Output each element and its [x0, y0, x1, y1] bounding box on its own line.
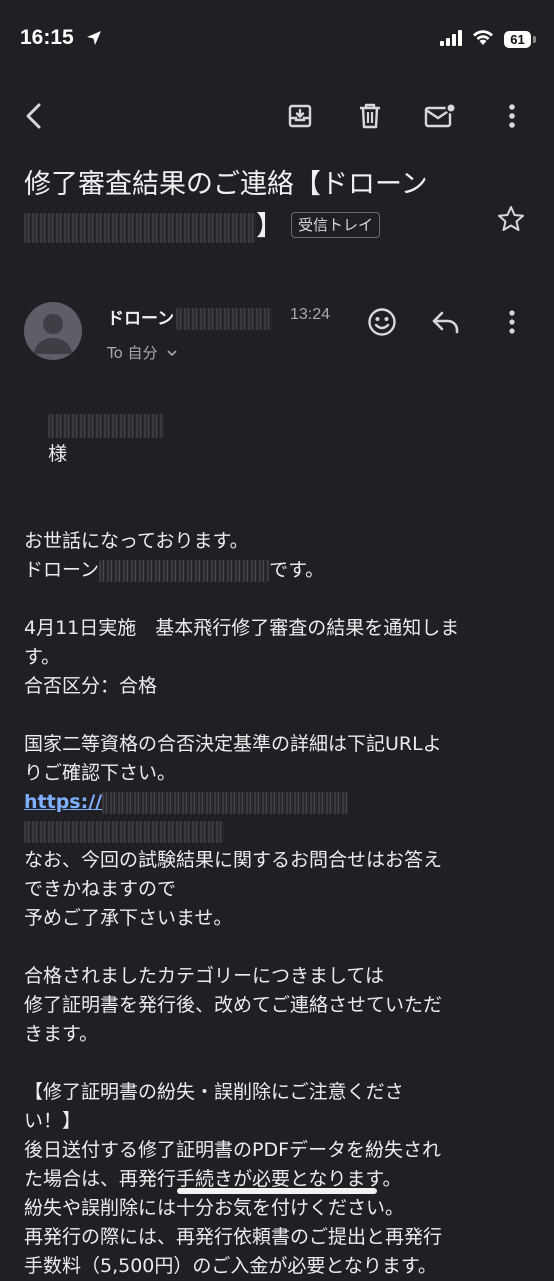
- salutation-suffix: 様: [48, 443, 68, 465]
- sender-name: ドローン: [107, 304, 273, 330]
- greeting-prefix: ドローン: [24, 559, 100, 581]
- archive-icon: [288, 104, 312, 128]
- notice-body: 後日送付する修了証明書のPDFデータを紛失され た場合は、再発行手続きが必要とな…: [24, 1139, 443, 1277]
- star-icon: [498, 206, 524, 231]
- more-vertical-icon: [509, 104, 515, 128]
- cellular-signal-icon: [440, 30, 462, 50]
- result-line: 合否区分：合格: [24, 675, 158, 697]
- mark-unread-button[interactable]: [418, 90, 462, 142]
- greeting-line: お世話になっております。: [24, 530, 249, 552]
- redacted-url: [24, 820, 224, 843]
- recipient-text: To 自分: [107, 344, 158, 362]
- recipient-toggle[interactable]: To 自分: [107, 342, 178, 363]
- add-reaction-button[interactable]: [364, 304, 400, 340]
- status-time: 16:15: [20, 26, 74, 49]
- certificate-line: 合格されましたカテゴリーにつきましては 修了証明書を発行後、改めてご連絡させてい…: [24, 965, 443, 1045]
- wifi-icon: [471, 28, 495, 50]
- sender-name-text: ドローン: [107, 309, 175, 329]
- inbox-label[interactable]: 受信トレイ: [291, 211, 381, 238]
- signature-line: ドローン です。: [24, 556, 524, 585]
- email-body: 様 お世話になっております。 ドローン です。 4月11日実施 基本飛行修了審査の…: [24, 382, 524, 1281]
- more-vertical-icon: [509, 310, 515, 334]
- criteria-line: 国家二等資格の合否決定基準の詳細は下記URLよ りご確認下さい。: [24, 733, 442, 784]
- more-options-button[interactable]: [490, 90, 534, 142]
- subject-text: 修了審査結果のご連絡【ドローン: [24, 169, 428, 200]
- archive-button[interactable]: [278, 90, 322, 142]
- result-notice-line: 4月11日実施 基本飛行修了審査の結果を通知しま す。: [24, 617, 460, 668]
- url-link-prefix[interactable]: https://: [24, 791, 102, 813]
- inquiry-line: なお、今回の試験結果に関するお問合せはお答え できかねますので 予めご了承下さい…: [24, 849, 443, 929]
- email-subject: 修了審査結果のご連絡【ドローン 】受信トレイ: [24, 164, 504, 248]
- star-button[interactable]: [496, 204, 526, 238]
- redacted-text: [176, 308, 273, 330]
- home-indicator[interactable]: [177, 1188, 377, 1194]
- battery-level: 61: [504, 31, 531, 48]
- status-bar: 16:15 61: [0, 0, 554, 80]
- redacted-text: [99, 559, 270, 582]
- redacted-url: [102, 791, 349, 814]
- back-button[interactable]: [12, 90, 56, 142]
- person-icon: [34, 314, 72, 354]
- location-arrow-icon: [86, 30, 102, 50]
- notice-title: 【修了証明書の紛失・誤削除にご注意くださ い！】: [24, 1081, 404, 1132]
- greeting-suffix: です。: [269, 559, 325, 581]
- reply-button[interactable]: [428, 304, 464, 340]
- mail-unread-icon: [424, 102, 456, 128]
- delete-button[interactable]: [348, 90, 392, 142]
- redacted-text: [48, 413, 165, 438]
- redacted-text: [24, 212, 256, 243]
- sender-row: ドローン 13:24 To 自分: [0, 296, 554, 366]
- battery-tip: [533, 36, 536, 43]
- message-more-button[interactable]: [494, 304, 530, 340]
- chevron-down-icon: [167, 350, 177, 357]
- trash-icon: [360, 103, 380, 129]
- emoji-icon: [368, 308, 396, 336]
- subject-end: 】: [256, 211, 283, 242]
- email-toolbar: [0, 90, 554, 142]
- chevron-left-icon: [26, 103, 41, 129]
- avatar[interactable]: [24, 302, 82, 360]
- url-link[interactable]: https://: [24, 788, 524, 846]
- email-time: 13:24: [290, 306, 331, 323]
- reply-icon: [432, 311, 459, 334]
